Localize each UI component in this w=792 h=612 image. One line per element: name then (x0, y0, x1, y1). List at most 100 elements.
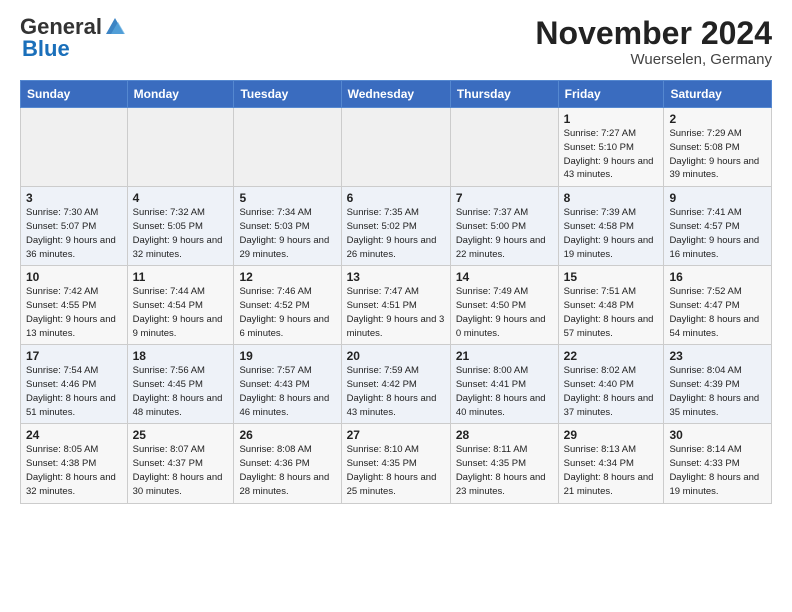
day-info: Sunrise: 8:05 AM Sunset: 4:38 PM Dayligh… (26, 443, 122, 498)
calendar-cell: 8Sunrise: 7:39 AM Sunset: 4:58 PM Daylig… (558, 187, 664, 266)
calendar-cell: 13Sunrise: 7:47 AM Sunset: 4:51 PM Dayli… (341, 266, 450, 345)
calendar-cell: 26Sunrise: 8:08 AM Sunset: 4:36 PM Dayli… (234, 424, 341, 503)
calendar-cell: 30Sunrise: 8:14 AM Sunset: 4:33 PM Dayli… (664, 424, 772, 503)
calendar-table: Sunday Monday Tuesday Wednesday Thursday… (20, 80, 772, 503)
week-row-3: 17Sunrise: 7:54 AM Sunset: 4:46 PM Dayli… (21, 345, 772, 424)
day-info: Sunrise: 8:14 AM Sunset: 4:33 PM Dayligh… (669, 443, 766, 498)
calendar-cell: 25Sunrise: 8:07 AM Sunset: 4:37 PM Dayli… (127, 424, 234, 503)
day-info: Sunrise: 8:07 AM Sunset: 4:37 PM Dayligh… (133, 443, 229, 498)
calendar-cell: 10Sunrise: 7:42 AM Sunset: 4:55 PM Dayli… (21, 266, 128, 345)
col-thursday: Thursday (450, 81, 558, 108)
day-number: 2 (669, 112, 766, 126)
day-number: 23 (669, 349, 766, 363)
calendar-cell: 4Sunrise: 7:32 AM Sunset: 5:05 PM Daylig… (127, 187, 234, 266)
calendar-cell (234, 108, 341, 187)
day-number: 12 (239, 270, 335, 284)
title-area: November 2024 Wuerselen, Germany (535, 16, 772, 68)
day-info: Sunrise: 7:51 AM Sunset: 4:48 PM Dayligh… (564, 285, 659, 340)
day-info: Sunrise: 8:04 AM Sunset: 4:39 PM Dayligh… (669, 364, 766, 419)
calendar-cell: 20Sunrise: 7:59 AM Sunset: 4:42 PM Dayli… (341, 345, 450, 424)
day-number: 22 (564, 349, 659, 363)
day-number: 4 (133, 191, 229, 205)
day-number: 14 (456, 270, 553, 284)
day-info: Sunrise: 7:35 AM Sunset: 5:02 PM Dayligh… (347, 206, 445, 261)
calendar-cell: 6Sunrise: 7:35 AM Sunset: 5:02 PM Daylig… (341, 187, 450, 266)
day-info: Sunrise: 7:41 AM Sunset: 4:57 PM Dayligh… (669, 206, 766, 261)
day-number: 3 (26, 191, 122, 205)
calendar-cell: 5Sunrise: 7:34 AM Sunset: 5:03 PM Daylig… (234, 187, 341, 266)
day-number: 30 (669, 428, 766, 442)
col-monday: Monday (127, 81, 234, 108)
col-tuesday: Tuesday (234, 81, 341, 108)
day-info: Sunrise: 8:08 AM Sunset: 4:36 PM Dayligh… (239, 443, 335, 498)
day-number: 21 (456, 349, 553, 363)
day-number: 13 (347, 270, 445, 284)
day-number: 29 (564, 428, 659, 442)
day-info: Sunrise: 7:32 AM Sunset: 5:05 PM Dayligh… (133, 206, 229, 261)
day-number: 18 (133, 349, 229, 363)
calendar-cell: 15Sunrise: 7:51 AM Sunset: 4:48 PM Dayli… (558, 266, 664, 345)
day-info: Sunrise: 7:29 AM Sunset: 5:08 PM Dayligh… (669, 127, 766, 182)
calendar-cell: 18Sunrise: 7:56 AM Sunset: 4:45 PM Dayli… (127, 345, 234, 424)
calendar-cell (450, 108, 558, 187)
calendar-cell: 9Sunrise: 7:41 AM Sunset: 4:57 PM Daylig… (664, 187, 772, 266)
day-info: Sunrise: 8:10 AM Sunset: 4:35 PM Dayligh… (347, 443, 445, 498)
logo-blue-text: Blue (22, 38, 70, 60)
day-number: 10 (26, 270, 122, 284)
week-row-2: 10Sunrise: 7:42 AM Sunset: 4:55 PM Dayli… (21, 266, 772, 345)
day-number: 8 (564, 191, 659, 205)
calendar-cell: 16Sunrise: 7:52 AM Sunset: 4:47 PM Dayli… (664, 266, 772, 345)
calendar-cell (341, 108, 450, 187)
day-info: Sunrise: 8:02 AM Sunset: 4:40 PM Dayligh… (564, 364, 659, 419)
day-number: 15 (564, 270, 659, 284)
calendar-cell: 24Sunrise: 8:05 AM Sunset: 4:38 PM Dayli… (21, 424, 128, 503)
location: Wuerselen, Germany (535, 51, 772, 68)
day-info: Sunrise: 7:52 AM Sunset: 4:47 PM Dayligh… (669, 285, 766, 340)
day-number: 28 (456, 428, 553, 442)
day-info: Sunrise: 7:39 AM Sunset: 4:58 PM Dayligh… (564, 206, 659, 261)
calendar-cell: 28Sunrise: 8:11 AM Sunset: 4:35 PM Dayli… (450, 424, 558, 503)
day-number: 5 (239, 191, 335, 205)
col-friday: Friday (558, 81, 664, 108)
calendar-cell: 22Sunrise: 8:02 AM Sunset: 4:40 PM Dayli… (558, 345, 664, 424)
day-info: Sunrise: 7:47 AM Sunset: 4:51 PM Dayligh… (347, 285, 445, 340)
col-sunday: Sunday (21, 81, 128, 108)
calendar-cell: 3Sunrise: 7:30 AM Sunset: 5:07 PM Daylig… (21, 187, 128, 266)
day-info: Sunrise: 7:27 AM Sunset: 5:10 PM Dayligh… (564, 127, 659, 182)
col-saturday: Saturday (664, 81, 772, 108)
calendar-cell (21, 108, 128, 187)
day-info: Sunrise: 7:54 AM Sunset: 4:46 PM Dayligh… (26, 364, 122, 419)
day-number: 17 (26, 349, 122, 363)
calendar-cell: 1Sunrise: 7:27 AM Sunset: 5:10 PM Daylig… (558, 108, 664, 187)
calendar-cell: 11Sunrise: 7:44 AM Sunset: 4:54 PM Dayli… (127, 266, 234, 345)
day-number: 7 (456, 191, 553, 205)
calendar-cell: 14Sunrise: 7:49 AM Sunset: 4:50 PM Dayli… (450, 266, 558, 345)
day-info: Sunrise: 7:44 AM Sunset: 4:54 PM Dayligh… (133, 285, 229, 340)
day-info: Sunrise: 7:49 AM Sunset: 4:50 PM Dayligh… (456, 285, 553, 340)
day-info: Sunrise: 7:30 AM Sunset: 5:07 PM Dayligh… (26, 206, 122, 261)
day-number: 6 (347, 191, 445, 205)
day-number: 9 (669, 191, 766, 205)
calendar-cell (127, 108, 234, 187)
day-info: Sunrise: 7:37 AM Sunset: 5:00 PM Dayligh… (456, 206, 553, 261)
day-number: 20 (347, 349, 445, 363)
month-title: November 2024 (535, 16, 772, 51)
day-info: Sunrise: 8:11 AM Sunset: 4:35 PM Dayligh… (456, 443, 553, 498)
week-row-4: 24Sunrise: 8:05 AM Sunset: 4:38 PM Dayli… (21, 424, 772, 503)
calendar-cell: 12Sunrise: 7:46 AM Sunset: 4:52 PM Dayli… (234, 266, 341, 345)
day-info: Sunrise: 7:42 AM Sunset: 4:55 PM Dayligh… (26, 285, 122, 340)
calendar-cell: 19Sunrise: 7:57 AM Sunset: 4:43 PM Dayli… (234, 345, 341, 424)
calendar-cell: 17Sunrise: 7:54 AM Sunset: 4:46 PM Dayli… (21, 345, 128, 424)
col-wednesday: Wednesday (341, 81, 450, 108)
day-number: 16 (669, 270, 766, 284)
logo-icon (104, 16, 126, 38)
day-info: Sunrise: 7:34 AM Sunset: 5:03 PM Dayligh… (239, 206, 335, 261)
day-number: 1 (564, 112, 659, 126)
week-row-0: 1Sunrise: 7:27 AM Sunset: 5:10 PM Daylig… (21, 108, 772, 187)
calendar-cell: 2Sunrise: 7:29 AM Sunset: 5:08 PM Daylig… (664, 108, 772, 187)
calendar-cell: 7Sunrise: 7:37 AM Sunset: 5:00 PM Daylig… (450, 187, 558, 266)
calendar-cell: 23Sunrise: 8:04 AM Sunset: 4:39 PM Dayli… (664, 345, 772, 424)
day-info: Sunrise: 8:00 AM Sunset: 4:41 PM Dayligh… (456, 364, 553, 419)
header: General Blue November 2024 Wuerselen, Ge… (20, 16, 772, 68)
calendar-cell: 27Sunrise: 8:10 AM Sunset: 4:35 PM Dayli… (341, 424, 450, 503)
